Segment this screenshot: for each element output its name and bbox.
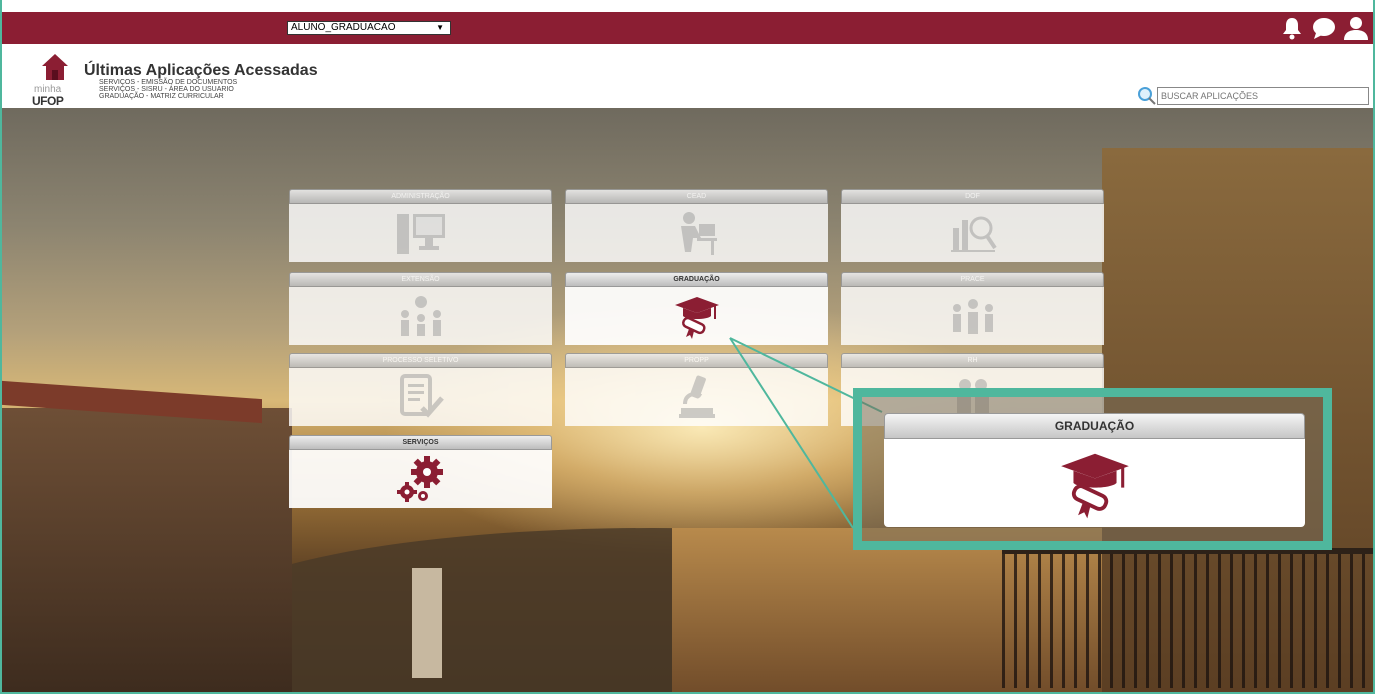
callout-tile-label: GRADUAÇÃO xyxy=(884,413,1305,439)
dropdown-arrow-icon: ▼ xyxy=(436,23,444,32)
graduation-cap-icon xyxy=(674,297,719,339)
student-desk-icon xyxy=(680,212,717,255)
top-icons xyxy=(1279,12,1369,44)
tile-label: EXTENSÃO xyxy=(289,272,552,287)
recent-app-link[interactable]: SERVIÇOS - EMISSÃO DE DOCUMENTOS xyxy=(99,79,237,86)
tile-label: PROPP xyxy=(565,353,828,368)
tile-graduacao[interactable]: GRADUAÇÃO xyxy=(565,272,828,345)
tile-processo-seletivo[interactable]: PROCESSO SELETIVO xyxy=(289,353,552,426)
tile-label: DOF xyxy=(841,189,1104,204)
recent-app-link[interactable]: GRADUAÇÃO - MATRIZ CURRICULAR xyxy=(99,93,237,100)
zoom-callout: GRADUAÇÃO xyxy=(853,388,1332,550)
people-icon xyxy=(952,299,993,334)
search-input[interactable] xyxy=(1157,87,1369,105)
header: minha UFOP Últimas Aplicações Acessadas … xyxy=(2,44,1373,108)
tile-dof[interactable]: DOF xyxy=(841,189,1104,262)
role-select-value: ALUNO_GRADUACAO xyxy=(291,22,396,33)
checklist-icon xyxy=(399,374,444,418)
recent-app-link[interactable]: SERVIÇOS - SISRU - ÁREA DO USUARIO xyxy=(99,86,237,93)
recent-apps-list: SERVIÇOS - EMISSÃO DE DOCUMENTOS SERVIÇO… xyxy=(99,79,237,100)
home-icon xyxy=(42,54,68,80)
chat-icon[interactable] xyxy=(1311,15,1337,41)
tile-label: ADMINISTRAÇÃO xyxy=(289,189,552,204)
role-select[interactable]: ALUNO_GRADUACAO ▼ xyxy=(287,21,451,35)
user-icon[interactable] xyxy=(1343,15,1369,41)
gears-icon xyxy=(396,456,443,502)
logo[interactable]: minha UFOP xyxy=(32,50,78,108)
search-area xyxy=(1137,86,1369,106)
tile-label: SERVIÇOS xyxy=(289,435,552,450)
tile-label: PRACE xyxy=(841,272,1104,287)
page-frame: ALUNO_GRADUACAO ▼ minha UFOP Últimas Apl… xyxy=(0,0,1375,694)
bell-icon[interactable] xyxy=(1279,15,1305,41)
tile-label: GRADUAÇÃO xyxy=(565,272,828,287)
tile-extensao[interactable]: EXTENSÃO xyxy=(289,272,552,345)
computer-icon xyxy=(396,214,445,254)
callout-tile-graduacao[interactable]: GRADUAÇÃO xyxy=(884,413,1305,527)
community-icon xyxy=(400,296,441,336)
tile-cead[interactable]: CEAD xyxy=(565,189,828,262)
finance-chart-icon xyxy=(950,216,997,252)
tile-label: PROCESSO SELETIVO xyxy=(289,353,552,368)
graduation-cap-icon xyxy=(1060,453,1129,519)
recent-apps-title: Últimas Aplicações Acessadas xyxy=(84,62,318,79)
microscope-icon xyxy=(678,375,715,418)
logo-big-text: UFOP xyxy=(32,94,64,108)
tile-label: CEAD xyxy=(565,189,828,204)
tile-prace[interactable]: PRACE xyxy=(841,272,1104,345)
search-icon xyxy=(1138,87,1156,105)
tile-servicos[interactable]: SERVIÇOS xyxy=(289,435,552,508)
top-bar: ALUNO_GRADUACAO ▼ xyxy=(2,0,1373,44)
tile-propp[interactable]: PROPP xyxy=(565,353,828,426)
tile-administracao[interactable]: ADMINISTRAÇÃO xyxy=(289,189,552,262)
tile-label: RH xyxy=(841,353,1104,368)
